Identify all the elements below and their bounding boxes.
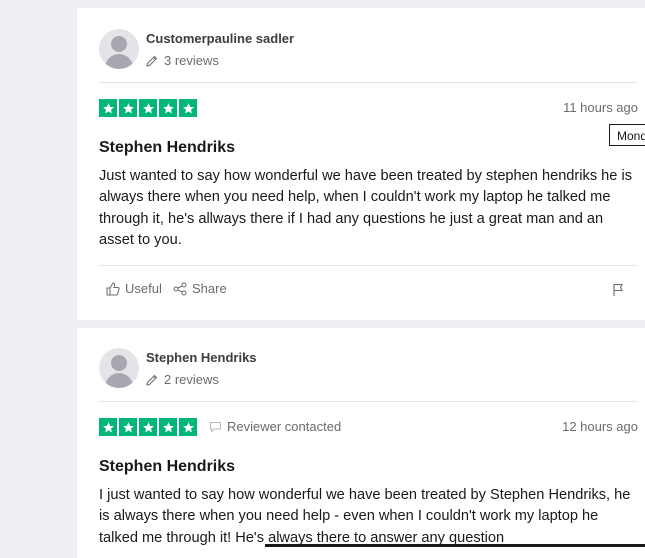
review-card: Customerpauline sadler 3 reviews 11 hour… xyxy=(77,8,645,320)
reviewer-name[interactable]: Customerpauline sadler xyxy=(146,31,294,46)
star-rating xyxy=(99,99,197,117)
date-tooltip: Mond xyxy=(609,124,645,146)
review-date[interactable]: 12 hours ago xyxy=(562,419,638,434)
avatar-head xyxy=(111,355,127,371)
useful-label: Useful xyxy=(125,281,162,296)
star-icon xyxy=(119,99,137,117)
star-icon xyxy=(139,99,157,117)
star-icon xyxy=(159,99,177,117)
star-icon xyxy=(159,418,177,436)
reviewer-review-count: 2 reviews xyxy=(146,372,219,387)
chat-bubble-icon xyxy=(210,422,221,433)
review-count-label: 2 reviews xyxy=(164,372,219,387)
review-count-label: 3 reviews xyxy=(164,53,219,68)
review-title[interactable]: Stephen Hendriks xyxy=(99,458,235,476)
star-icon xyxy=(179,418,197,436)
star-icon xyxy=(119,418,137,436)
divider xyxy=(99,82,637,83)
reviewer-contacted-badge: Reviewer contacted xyxy=(209,419,341,434)
star-icon xyxy=(99,99,117,117)
reviewer-contacted-label: Reviewer contacted xyxy=(227,419,342,434)
page-top-strip xyxy=(77,0,645,8)
star-icon xyxy=(99,418,117,436)
useful-button[interactable]: Useful xyxy=(106,281,162,296)
review-body: I just wanted to say how wonderful we ha… xyxy=(99,487,631,546)
avatar[interactable] xyxy=(99,29,139,69)
star-icon xyxy=(139,418,157,436)
share-button[interactable]: Share xyxy=(173,281,227,296)
avatar[interactable] xyxy=(99,348,139,388)
review-date[interactable]: 11 hours ago xyxy=(563,100,638,115)
review-card: Stephen Hendriks 2 reviews Reviewer cont… xyxy=(77,328,645,558)
star-rating xyxy=(99,418,197,436)
review-body: Just wanted to say how wonderful we have… xyxy=(99,168,632,248)
thumbs-up-icon xyxy=(106,281,120,295)
flag-icon[interactable] xyxy=(611,283,625,297)
review-title[interactable]: Stephen Hendriks xyxy=(99,139,235,157)
pencil-icon xyxy=(146,374,158,386)
avatar-head xyxy=(111,36,127,52)
divider xyxy=(99,265,637,266)
share-label: Share xyxy=(192,281,227,296)
reviewer-review-count: 3 reviews xyxy=(146,53,219,68)
pencil-icon xyxy=(146,55,158,67)
divider xyxy=(99,401,637,402)
reviewer-name[interactable]: Stephen Hendriks xyxy=(146,350,257,365)
share-icon xyxy=(173,282,187,295)
avatar-body xyxy=(105,54,133,69)
star-icon xyxy=(179,99,197,117)
avatar-body xyxy=(105,373,133,388)
